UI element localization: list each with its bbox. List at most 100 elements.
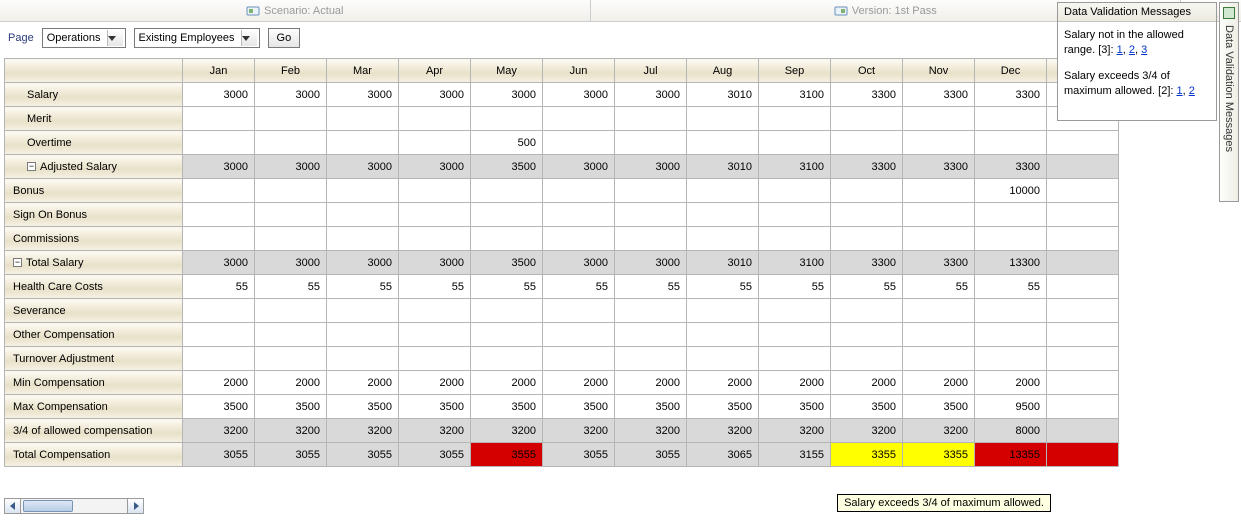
data-cell[interactable] <box>759 131 831 155</box>
data-cell[interactable] <box>327 131 399 155</box>
data-cell[interactable] <box>255 107 327 131</box>
data-cell[interactable] <box>975 227 1047 251</box>
data-cell[interactable] <box>975 323 1047 347</box>
data-cell[interactable]: 3100 <box>759 155 831 179</box>
data-cell[interactable] <box>327 107 399 131</box>
data-cell[interactable] <box>975 299 1047 323</box>
data-cell[interactable]: 3000 <box>399 155 471 179</box>
data-cell[interactable] <box>399 323 471 347</box>
data-cell[interactable]: 3010 <box>687 251 759 275</box>
data-cell[interactable] <box>1047 227 1119 251</box>
data-cell[interactable] <box>183 131 255 155</box>
data-cell[interactable] <box>687 131 759 155</box>
data-grid[interactable]: JanFebMarAprMayJunJulAugSepOctNovDecYSal… <box>4 58 1119 467</box>
data-cell[interactable] <box>327 203 399 227</box>
data-cell[interactable]: 500 <box>471 131 543 155</box>
data-cell[interactable]: 3300 <box>831 251 903 275</box>
scenario-segment[interactable]: Scenario: Actual <box>0 0 591 21</box>
data-cell[interactable]: 55 <box>903 275 975 299</box>
data-cell[interactable] <box>1047 371 1119 395</box>
data-cell[interactable]: 3200 <box>327 419 399 443</box>
data-cell[interactable] <box>687 179 759 203</box>
data-cell[interactable]: 2000 <box>903 371 975 395</box>
data-cell[interactable]: 2000 <box>975 371 1047 395</box>
row-header[interactable]: Other Compensation <box>5 323 183 347</box>
data-cell[interactable]: 3300 <box>903 83 975 107</box>
row-header[interactable]: Min Compensation <box>5 371 183 395</box>
data-cell[interactable]: 3055 <box>543 443 615 467</box>
data-cell[interactable]: 3000 <box>183 251 255 275</box>
data-cell[interactable]: 3000 <box>183 83 255 107</box>
data-cell[interactable]: 3200 <box>687 419 759 443</box>
data-cell[interactable]: 2000 <box>615 371 687 395</box>
row-header[interactable]: 3/4 of allowed compensation <box>5 419 183 443</box>
row-header[interactable]: Health Care Costs <box>5 275 183 299</box>
data-cell[interactable] <box>1047 179 1119 203</box>
data-cell[interactable]: 55 <box>471 275 543 299</box>
data-cell[interactable] <box>327 323 399 347</box>
data-cell[interactable] <box>831 323 903 347</box>
data-cell[interactable]: 3300 <box>831 83 903 107</box>
data-cell[interactable] <box>399 347 471 371</box>
data-cell[interactable]: 3000 <box>255 155 327 179</box>
data-cell[interactable] <box>759 203 831 227</box>
data-cell[interactable] <box>183 179 255 203</box>
column-header[interactable]: Jun <box>543 59 615 83</box>
data-cell[interactable]: 3010 <box>687 155 759 179</box>
page-dim2-combo[interactable]: Existing Employees <box>134 28 260 48</box>
data-cell[interactable] <box>903 347 975 371</box>
data-cell[interactable]: 3355 <box>903 443 975 467</box>
data-cell[interactable] <box>1047 323 1119 347</box>
data-cell[interactable] <box>831 227 903 251</box>
data-cell[interactable]: 3500 <box>399 395 471 419</box>
data-cell[interactable] <box>975 203 1047 227</box>
data-cell[interactable]: 3500 <box>183 395 255 419</box>
data-cell[interactable] <box>1047 155 1119 179</box>
data-cell[interactable] <box>903 323 975 347</box>
data-cell[interactable]: 3200 <box>615 419 687 443</box>
data-cell[interactable] <box>759 299 831 323</box>
data-cell[interactable] <box>615 203 687 227</box>
row-header[interactable]: Max Compensation <box>5 395 183 419</box>
data-cell[interactable]: 55 <box>831 275 903 299</box>
data-cell[interactable]: 3055 <box>615 443 687 467</box>
data-cell[interactable] <box>1047 347 1119 371</box>
scroll-track[interactable] <box>21 499 127 513</box>
data-cell[interactable] <box>183 323 255 347</box>
data-cell[interactable] <box>1047 395 1119 419</box>
row-header[interactable]: Overtime <box>5 131 183 155</box>
data-cell[interactable] <box>183 107 255 131</box>
column-header[interactable]: Jul <box>615 59 687 83</box>
data-cell[interactable] <box>975 107 1047 131</box>
data-cell[interactable] <box>255 203 327 227</box>
data-cell[interactable]: 3000 <box>543 83 615 107</box>
data-cell[interactable] <box>831 107 903 131</box>
row-header[interactable]: Bonus <box>5 179 183 203</box>
data-cell[interactable] <box>255 299 327 323</box>
data-cell[interactable] <box>1047 443 1119 467</box>
data-cell[interactable] <box>543 179 615 203</box>
scroll-left-button[interactable] <box>5 499 21 513</box>
collapse-toggle[interactable]: − <box>27 162 36 171</box>
data-cell[interactable]: 9500 <box>975 395 1047 419</box>
data-cell[interactable] <box>255 347 327 371</box>
data-cell[interactable]: 3055 <box>255 443 327 467</box>
column-header[interactable]: Oct <box>831 59 903 83</box>
data-cell[interactable] <box>831 299 903 323</box>
column-header[interactable]: Dec <box>975 59 1047 83</box>
data-cell[interactable]: 3155 <box>759 443 831 467</box>
data-cell[interactable]: 3200 <box>543 419 615 443</box>
row-header[interactable]: Salary <box>5 83 183 107</box>
data-cell[interactable]: 3300 <box>975 83 1047 107</box>
column-header[interactable]: Feb <box>255 59 327 83</box>
data-cell[interactable]: 3065 <box>687 443 759 467</box>
data-cell[interactable]: 3200 <box>399 419 471 443</box>
row-header[interactable]: Severance <box>5 299 183 323</box>
data-cell[interactable]: 3200 <box>183 419 255 443</box>
data-cell[interactable]: 3000 <box>255 83 327 107</box>
data-cell[interactable] <box>471 299 543 323</box>
dv-side-tab[interactable]: Data Validation Messages <box>1219 2 1239 202</box>
data-cell[interactable] <box>327 179 399 203</box>
data-cell[interactable] <box>615 227 687 251</box>
data-cell[interactable] <box>831 203 903 227</box>
